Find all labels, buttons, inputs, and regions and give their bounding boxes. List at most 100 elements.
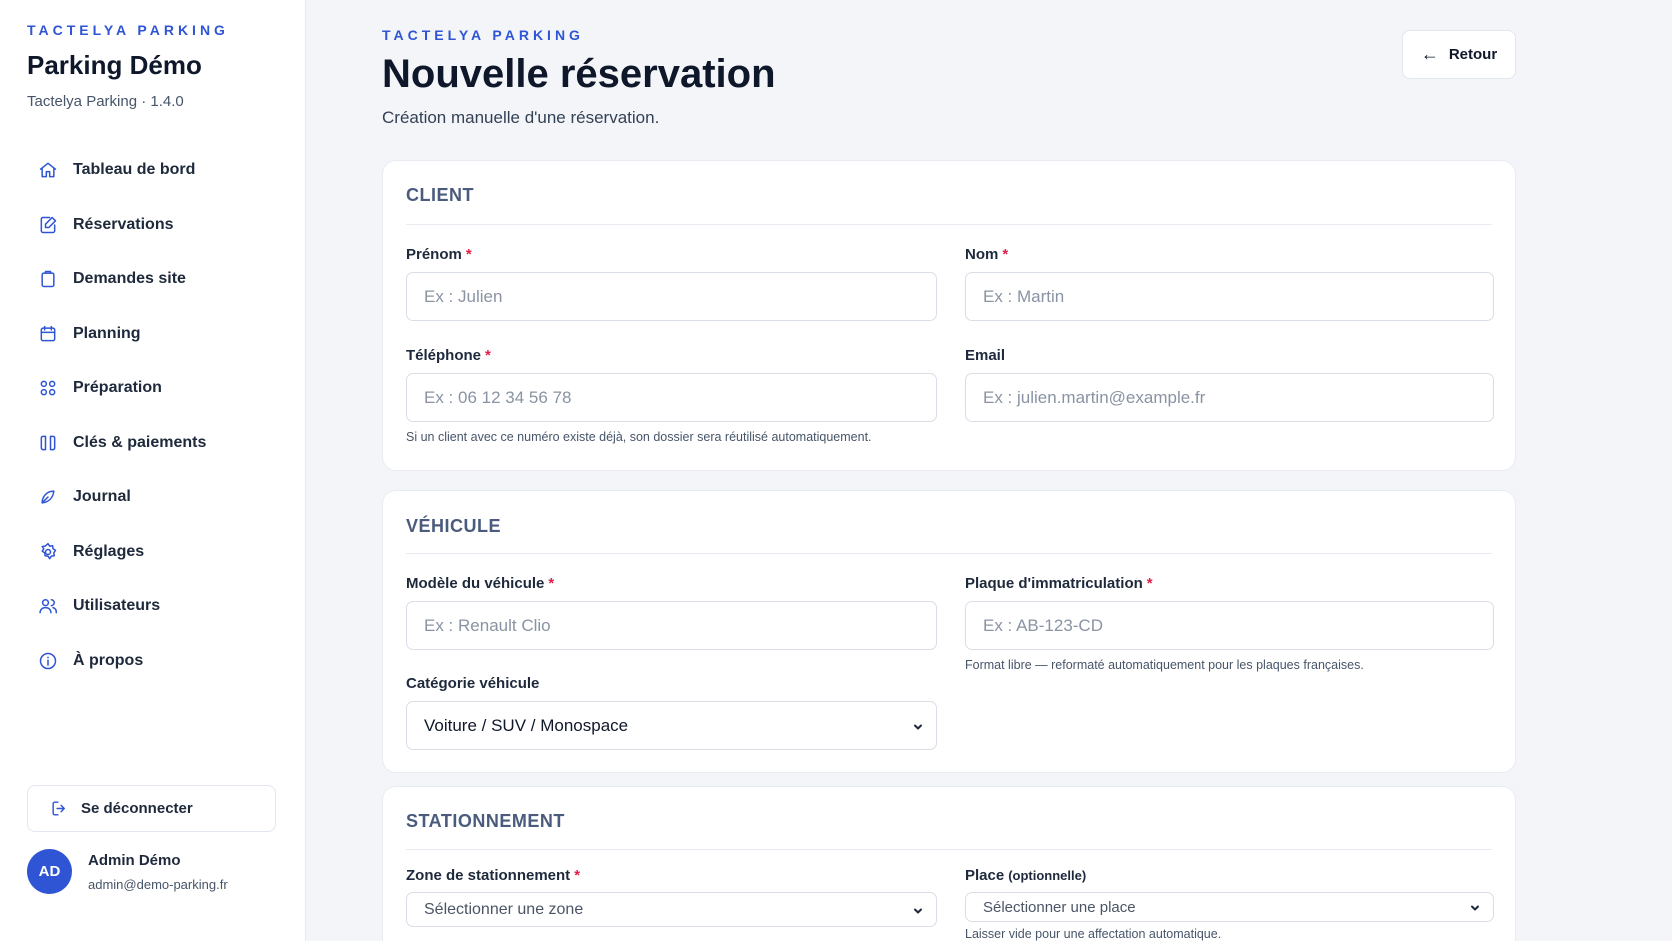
back-label: Retour (1448, 46, 1498, 63)
info-icon (37, 650, 59, 672)
nom-label: Nom (965, 246, 999, 263)
sidebar-item-cles-paiements[interactable]: Clés & paiements (27, 423, 287, 463)
zone-field: Zone de stationnement * Sélectionner une … (406, 867, 937, 927)
place-field: Place (optionnelle) Sélectionner une plac… (965, 867, 1494, 941)
logout-button[interactable]: Se déconnecter (27, 785, 276, 832)
grid-dots-icon (37, 377, 59, 399)
chevron-down-icon (1469, 901, 1481, 913)
sidebar-item-label: Clés & paiements (73, 433, 207, 451)
categorie-select[interactable]: Voiture / SUV / Monospace (406, 701, 937, 750)
arrow-left-icon: ← (1420, 44, 1439, 64)
modele-field: Modèle du véhicule * (406, 575, 937, 650)
page-kicker: TACTELYA PARKING (382, 27, 584, 43)
user-name: Admin Démo (88, 851, 181, 869)
client-card: CLIENT Prénom* Nom* Téléphone* Si un cli… (382, 160, 1516, 471)
vehicule-card: VÉHICULE Modèle du véhicule* Plaque d'im… (382, 490, 1516, 773)
sidebar-item-label: Planning (73, 324, 141, 342)
divider (406, 849, 1492, 850)
calendar-icon (37, 323, 59, 345)
zone-label: Zone de stationnement (406, 867, 571, 884)
client-section-title: CLIENT (406, 185, 474, 205)
sidebar-item-tableau-de-bord[interactable]: Tableau de bord (27, 150, 287, 190)
divider (406, 553, 1492, 554)
required-marker: * (1146, 575, 1153, 592)
back-button[interactable]: ← Retour (1402, 30, 1516, 79)
user-email: admin@demo-parking.fr (88, 876, 228, 892)
telephone-field: Téléphone* Si un client avec ce numéro e… (406, 347, 937, 444)
brand-title: Parking Démo (27, 50, 202, 80)
feather-icon (37, 486, 59, 508)
email-input[interactable] (983, 387, 1493, 408)
email-label: Email (965, 347, 1006, 364)
sidebar-item-label: Tableau de bord (73, 161, 196, 178)
zone-select-value: Sélectionner une zone (424, 900, 584, 918)
page-subtitle: Création manuelle d'une réservation. (382, 108, 660, 127)
edit-document-icon (37, 214, 59, 236)
plaque-hint: Format libre — reformaté automatiquement… (965, 658, 1364, 672)
chevron-down-icon (912, 720, 924, 732)
logout-icon (52, 801, 65, 816)
zone-select[interactable]: Sélectionner une zone (406, 892, 937, 927)
divider (406, 224, 1492, 225)
plaque-field: Plaque d'immatriculation* Format libre —… (965, 575, 1494, 672)
telephone-hint: Si un client avec ce numéro existe déjà,… (406, 430, 872, 444)
sidebar-item-label: À propos (73, 651, 144, 669)
sidebar-item-reservations[interactable]: Réservations (27, 205, 287, 245)
sidebar: TACTELYA PARKING Parking Démo Tactelya P… (0, 0, 306, 941)
sidebar-item-label: Réglages (73, 542, 145, 560)
place-optional-label: (optionnelle) (1008, 868, 1087, 883)
required-marker: * (485, 347, 491, 364)
place-select[interactable]: Sélectionner une place (965, 892, 1494, 922)
gear-icon (37, 541, 59, 563)
required-marker: * (574, 867, 581, 884)
required-marker: * (1002, 246, 1009, 263)
prenom-label: Prénom (406, 246, 462, 263)
nom-field: Nom * (965, 246, 1494, 321)
email-field: Email (965, 347, 1494, 422)
sidebar-item-utilisateurs[interactable]: Utilisateurs (27, 586, 287, 626)
place-label: Place (965, 867, 1005, 884)
sidebar-nav: Tableau de bord Réservations Demandes si… (27, 150, 287, 695)
modele-input[interactable] (424, 615, 936, 636)
avatar: AD (27, 849, 72, 894)
sidebar-item-planning[interactable]: Planning (27, 314, 287, 354)
sidebar-item-a-propos[interactable]: À propos (27, 641, 287, 681)
keys-icon (37, 432, 59, 454)
users-icon (37, 595, 59, 617)
required-marker: * (548, 575, 555, 592)
clipboard-icon (37, 268, 59, 290)
sidebar-item-label: Réservations (73, 215, 174, 233)
nom-input[interactable] (983, 286, 1493, 307)
prenom-field: Prénom * (406, 246, 937, 321)
sidebar-item-preparation[interactable]: Préparation (27, 368, 287, 408)
telephone-label: Téléphone (406, 347, 482, 364)
sidebar-item-journal[interactable]: Journal (27, 477, 287, 517)
plaque-label: Plaque d'immatriculation (965, 575, 1143, 592)
sidebar-item-demandes-site[interactable]: Demandes site (27, 259, 287, 299)
brand-kicker: TACTELYA PARKING (27, 22, 229, 38)
user-profile: AD Admin Démo admin@demo-parking.fr (27, 849, 228, 894)
required-marker: * (465, 246, 472, 263)
sidebar-item-label: Journal (73, 488, 131, 505)
categorie-select-value: Voiture / SUV / Monospace (424, 715, 629, 735)
vehicule-section-title: VÉHICULE (406, 516, 502, 536)
categorie-label: Catégorie véhicule (406, 675, 540, 692)
place-hint: Laisser vide pour une affectation automa… (965, 927, 1222, 941)
page-title: Nouvelle réservation (382, 52, 776, 96)
plaque-input[interactable] (983, 615, 1493, 636)
prenom-input[interactable] (424, 286, 936, 307)
logout-label: Se déconnecter (81, 800, 193, 817)
telephone-input[interactable] (424, 387, 936, 408)
stationnement-card: STATIONNEMENT Zone de stationnement * Sél… (382, 786, 1516, 941)
home-icon (37, 159, 59, 181)
sidebar-item-reglages[interactable]: Réglages (27, 532, 287, 572)
chevron-down-icon (912, 904, 924, 916)
sidebar-item-label: Demandes site (73, 270, 186, 287)
sidebar-item-label: Utilisateurs (73, 597, 161, 614)
modele-label: Modèle du véhicule (406, 575, 545, 592)
categorie-field: Catégorie véhicule Voiture / SUV / Monos… (406, 675, 937, 750)
place-select-value: Sélectionner une place (983, 898, 1136, 916)
brand-version: Tactelya Parking · 1.4.0 (27, 93, 184, 110)
sidebar-item-label: Préparation (73, 379, 162, 396)
stationnement-section-title: STATIONNEMENT (406, 811, 565, 831)
